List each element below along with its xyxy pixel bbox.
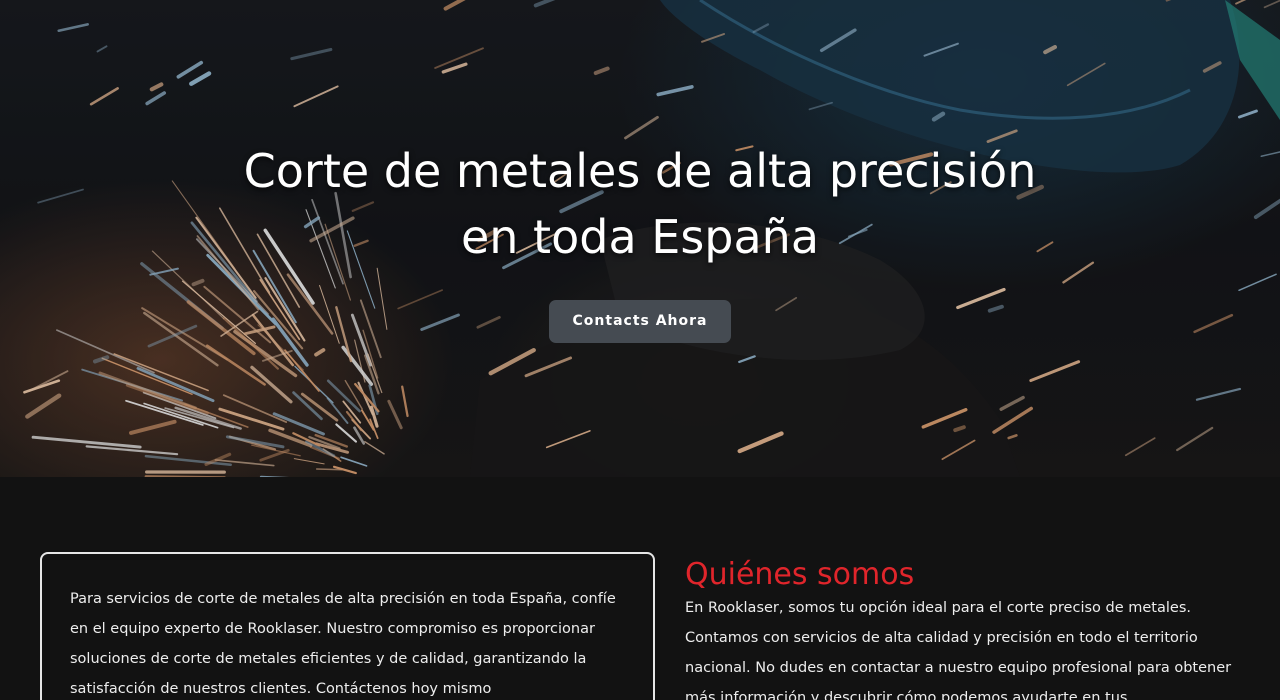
about-section: Para servicios de corte de metales de al… <box>0 477 1280 700</box>
about-column: Quiénes somos En Rooklaser, somos tu opc… <box>685 555 1245 700</box>
contact-now-button[interactable]: Contacts Ahora <box>549 300 731 343</box>
hero-section: Corte de metales de alta precisión en to… <box>0 0 1280 477</box>
hero-title: Corte de metales de alta precisión en to… <box>243 144 1037 264</box>
about-heading: Quiénes somos <box>685 557 915 592</box>
info-card-text: Para servicios de corte de metales de al… <box>70 591 616 697</box>
hero-content: Corte de metales de alta precisión en to… <box>0 138 1280 343</box>
info-card: Para servicios de corte de metales de al… <box>40 552 655 700</box>
about-text: En Rooklaser, somos tu opción ideal para… <box>685 600 1232 700</box>
